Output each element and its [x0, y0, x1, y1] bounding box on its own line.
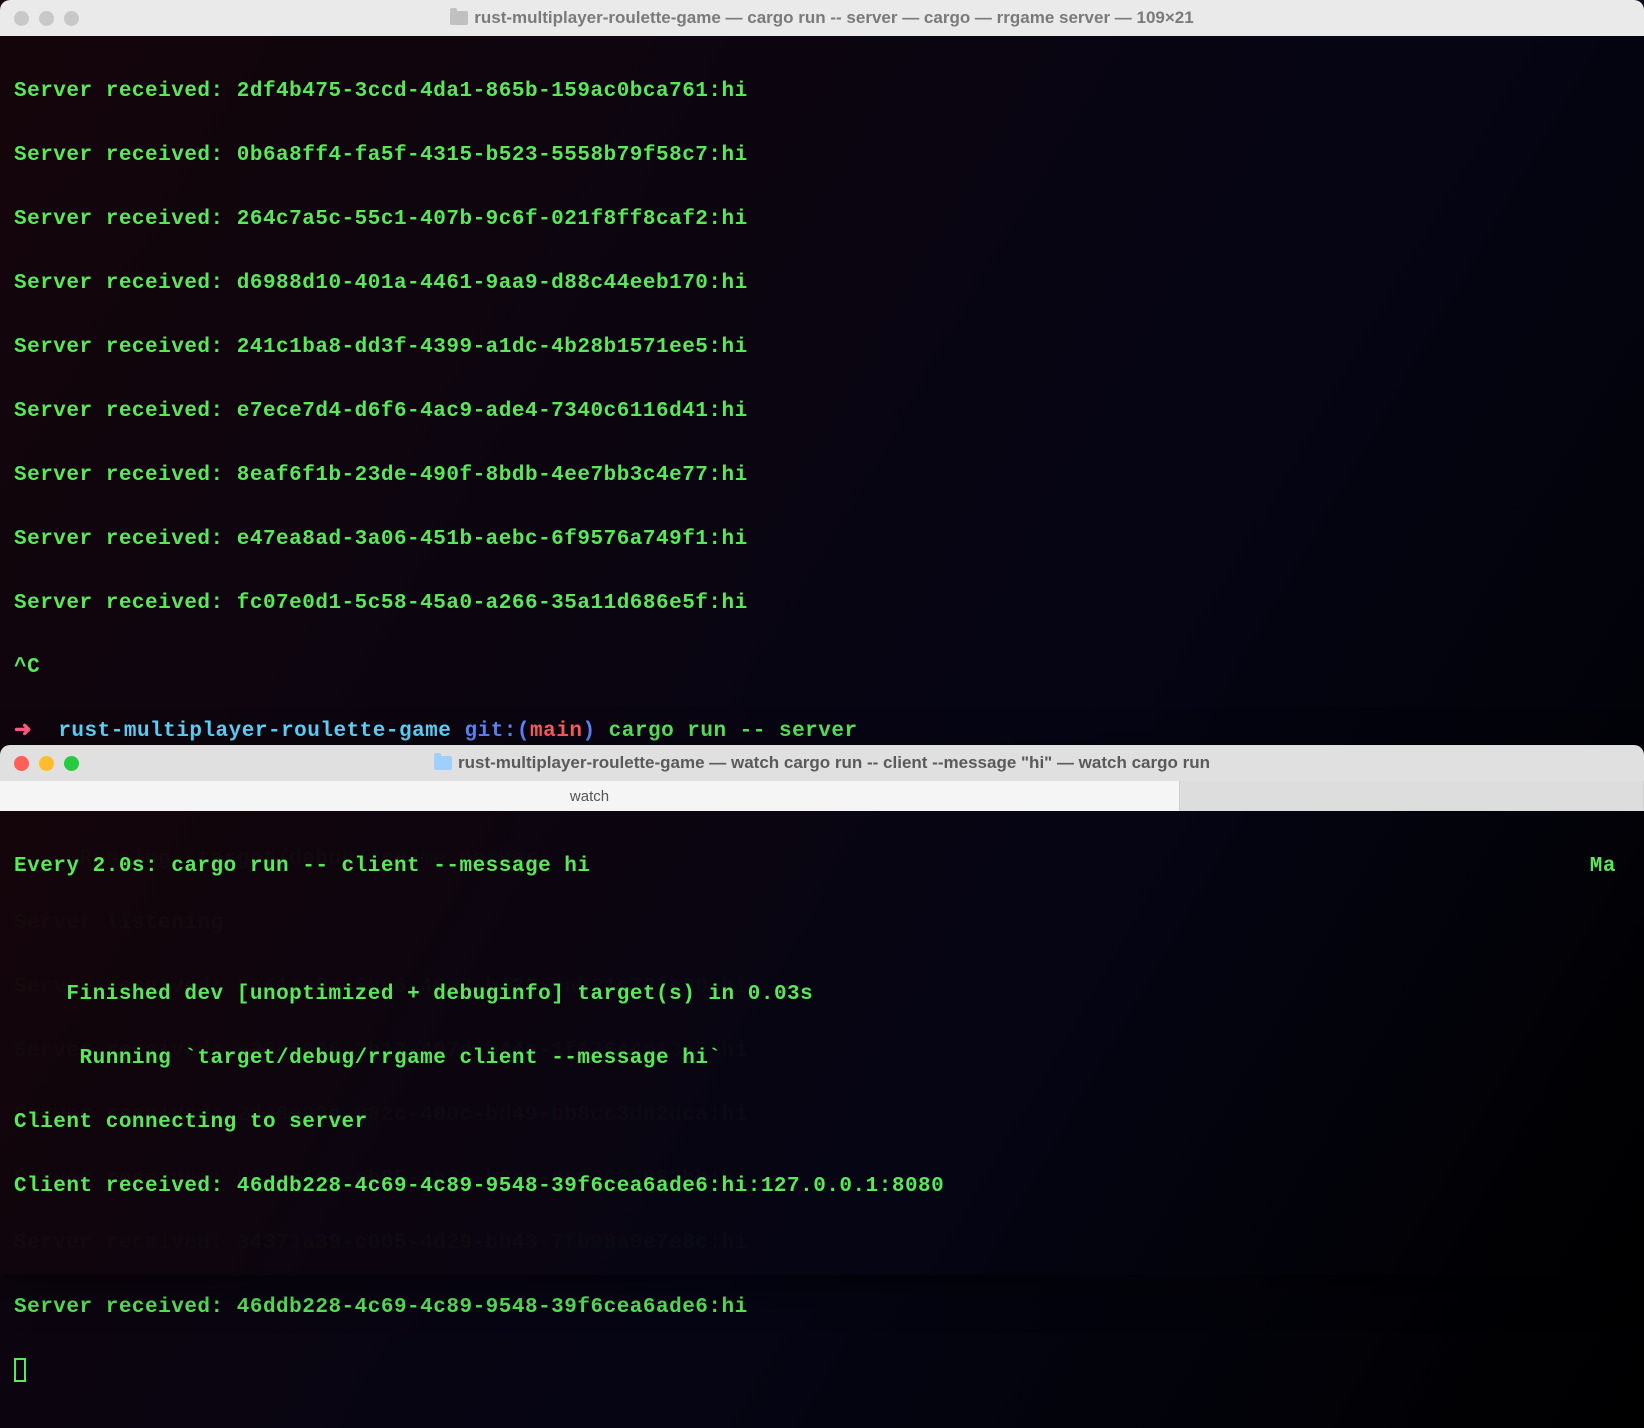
git-close: ) [582, 720, 595, 743]
titlebar[interactable]: rust-multiplayer-roulette-game — cargo r… [0, 0, 1644, 36]
output-line: Server received: e47ea8ad-3a06-451b-aebc… [14, 524, 1630, 556]
blank-line [14, 915, 1630, 947]
ctrl-c: ^C [14, 652, 1630, 684]
finished-label: Finished [66, 983, 171, 1006]
running-rest: `target/debug/rrgame client --message hi… [171, 1047, 721, 1070]
watch-header-left: Every 2.0s: cargo run -- client --messag… [14, 855, 591, 878]
finished-rest: dev [unoptimized + debuginfo] target(s) … [171, 983, 813, 1006]
prompt-path: rust-multiplayer-roulette-game [58, 720, 451, 743]
output-line: Server received: e7ece7d4-d6f6-4ac9-ade4… [14, 396, 1630, 428]
output-line: Server received: fc07e0d1-5c58-45a0-a266… [14, 588, 1630, 620]
minimize-button[interactable] [39, 11, 54, 26]
running-label: Running [80, 1047, 172, 1070]
output-line: Server received: 8eaf6f1b-23de-490f-8bdb… [14, 460, 1630, 492]
window-title: rust-multiplayer-roulette-game — watch c… [12, 753, 1632, 773]
tab-watch[interactable]: watch [0, 781, 1180, 811]
titlebar[interactable]: rust-multiplayer-roulette-game — watch c… [0, 745, 1644, 781]
output-line: Server received: 0b6a8ff4-fa5f-4315-b523… [14, 140, 1630, 172]
close-button[interactable] [14, 11, 29, 26]
output-line: Client received: 46ddb228-4c69-4c89-9548… [14, 1171, 1630, 1203]
window-title: rust-multiplayer-roulette-game — cargo r… [12, 8, 1632, 28]
output-line: Server received: 241c1ba8-dd3f-4399-a1dc… [14, 332, 1630, 364]
window-title-text: rust-multiplayer-roulette-game — watch c… [458, 753, 1210, 773]
tab-inactive[interactable] [1180, 781, 1644, 811]
cursor [14, 1358, 26, 1382]
maximize-button[interactable] [64, 756, 79, 771]
tab-bar: watch [0, 781, 1644, 811]
minimize-button[interactable] [39, 756, 54, 771]
traffic-lights [14, 756, 79, 771]
traffic-lights [14, 11, 79, 26]
prompt-command: cargo run -- server [609, 720, 858, 743]
output-line: Server received: 46ddb228-4c69-4c89-9548… [14, 1292, 1630, 1324]
git-branch: main [530, 720, 582, 743]
terminal-output[interactable]: Every 2.0s: cargo run -- client --messag… [0, 811, 1644, 1275]
window-title-text: rust-multiplayer-roulette-game — cargo r… [474, 8, 1193, 28]
output-line: Client connecting to server [14, 1107, 1630, 1139]
prompt-line: ➜ rust-multiplayer-roulette-game git:(ma… [14, 716, 1630, 748]
close-button[interactable] [14, 756, 29, 771]
build-finished-line: Finished dev [unoptimized + debuginfo] t… [14, 979, 1630, 1011]
output-line: Server received: 2df4b475-3ccd-4da1-865b… [14, 76, 1630, 108]
output-line: Server received: d6988d10-401a-4461-9aa9… [14, 268, 1630, 300]
watch-header: Every 2.0s: cargo run -- client --messag… [14, 851, 1630, 883]
output-line: Server received: 264c7a5c-55c1-407b-9c6f… [14, 204, 1630, 236]
git-label: git:( [465, 720, 531, 743]
folder-icon [450, 11, 468, 25]
terminal-window-client[interactable]: rust-multiplayer-roulette-game — watch c… [0, 745, 1644, 1275]
prompt-arrow-icon: ➜ [14, 720, 32, 743]
watch-header-right: Ma [1590, 851, 1616, 883]
maximize-button[interactable] [64, 11, 79, 26]
build-running-line: Running `target/debug/rrgame client --me… [14, 1043, 1630, 1075]
folder-icon [434, 756, 452, 770]
